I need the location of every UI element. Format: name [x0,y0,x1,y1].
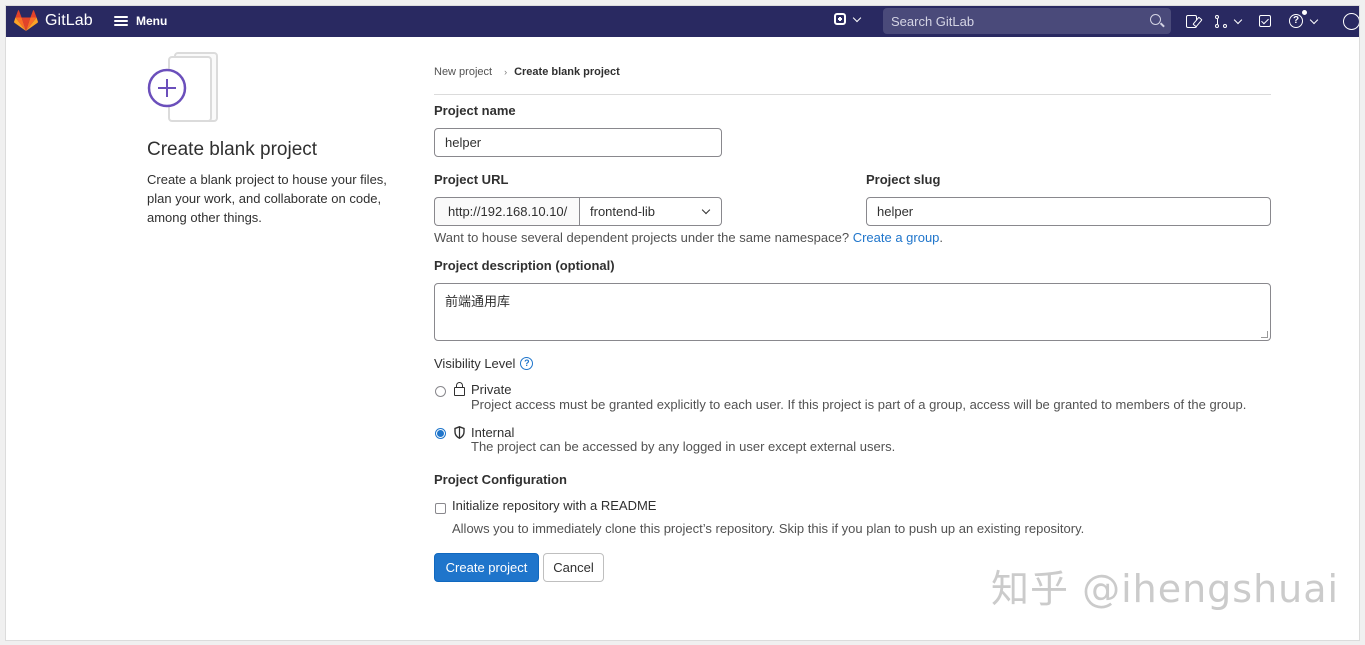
search-box[interactable] [883,8,1171,34]
app-window: GitLab Menu ? [5,5,1360,641]
description-value: 前端通用库 [445,294,511,309]
project-slug-input[interactable]: helper [866,197,1271,226]
project-slug-label: Project slug [866,172,941,187]
menu-label: Menu [136,14,168,28]
chevron-down-icon [701,205,711,215]
hint-end: . [939,230,944,245]
issues-button[interactable] [1186,12,1197,30]
breadcrumb-separator: › [504,67,508,77]
nav-icons: ? [1186,9,1359,30]
user-menu-button[interactable] [1335,12,1359,30]
readme-desc: Allows you to immediately clone this pro… [452,521,1085,536]
issues-icon [1186,14,1197,28]
config-label: Project Configuration [434,472,567,487]
chevron-down-icon [852,13,862,22]
namespace-value: frontend-lib [590,204,656,219]
brand-name: GitLab [45,12,93,29]
breadcrumb: New project › Create blank project [434,66,620,78]
chevron-down-icon [1309,15,1319,24]
visibility-internal-title: Internal [454,425,514,440]
top-navbar: GitLab Menu ? [6,6,1359,37]
notification-dot [1301,9,1308,16]
gitlab-home-link[interactable]: GitLab [14,10,93,32]
resize-handle[interactable] [1261,331,1268,338]
project-url-label: Project URL [434,172,509,187]
project-url-group: http://192.168.10.10/ frontend-lib [434,197,722,226]
lock-icon [454,381,465,396]
merge-requests-button[interactable] [1215,12,1243,30]
visibility-internal-radio[interactable] [435,428,446,439]
project-name-input[interactable]: helper [434,128,722,157]
help-icon: ? [1289,9,1308,28]
todos-button[interactable] [1259,12,1271,30]
visibility-label: Visibility Level ? [434,356,534,371]
visibility-private-radio[interactable] [435,386,446,397]
create-project-button[interactable]: Create project [434,553,539,582]
blank-project-illustration [147,52,218,122]
menu-button[interactable]: Menu [114,12,167,30]
readme-label[interactable]: Initialize repository with a README [452,498,656,513]
search-icon [1150,14,1161,25]
merge-request-icon [1215,14,1227,28]
shield-icon [454,426,465,439]
breadcrumb-current[interactable]: Create blank project [514,66,620,78]
help-button[interactable]: ? [1289,9,1319,30]
readme-checkbox[interactable] [435,503,446,514]
description-textarea[interactable]: 前端通用库 [434,283,1271,341]
url-prefix: http://192.168.10.10/ [434,197,579,226]
hamburger-icon [114,16,128,26]
namespace-select[interactable]: frontend-lib [579,197,722,226]
visibility-private-title: Private [454,381,512,397]
help-icon[interactable]: ? [520,357,534,370]
visibility-label-text: Visibility Level [434,356,516,371]
gitlab-logo-icon [14,10,38,31]
private-label: Private [471,382,512,397]
divider [434,94,1271,95]
plus-square-icon [834,13,846,25]
todo-icon [1259,15,1271,27]
breadcrumb-new-project[interactable]: New project [434,66,492,78]
chevron-down-icon [1233,15,1243,24]
page-description: Create a blank project to house your fil… [147,172,387,225]
cancel-button[interactable]: Cancel [543,553,604,582]
namespace-hint: Want to house several dependent projects… [434,230,943,245]
new-dropdown-button[interactable] [834,13,862,25]
visibility-internal-desc: The project can be accessed by any logge… [471,439,896,454]
project-name-label: Project name [434,103,516,118]
description-label: Project description (optional) [434,258,615,273]
search-input[interactable] [883,8,1171,34]
internal-label: Internal [471,425,515,440]
watermark: 知乎 @ihengshuai [991,567,1340,611]
hint-text: Want to house several dependent projects… [434,230,850,245]
create-group-link[interactable]: Create a group [853,230,940,245]
page-title: Create blank project [147,139,318,160]
visibility-private-desc: Project access must be granted explicitl… [471,397,1247,412]
user-avatar [1343,12,1359,30]
